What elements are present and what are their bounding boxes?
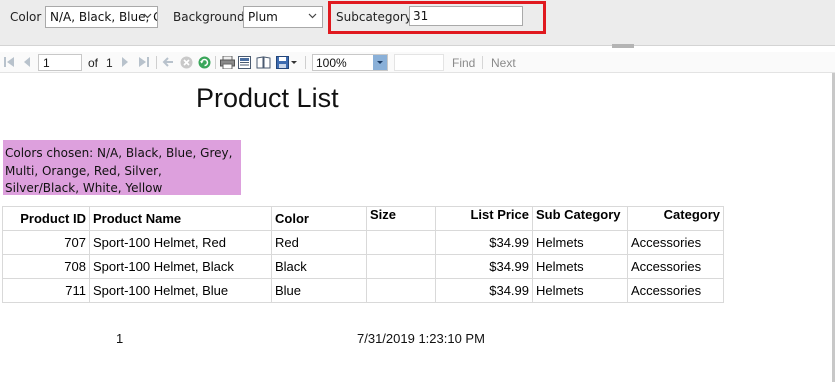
list-price-cell: $34.99 [435,278,533,303]
column-header: Category [627,206,724,231]
zoom-value: 100% [316,56,347,70]
color-param-label: Color [10,10,42,24]
zoom-select[interactable]: 100% [312,54,388,71]
background-param-value: Plum [248,10,278,24]
page-number-input[interactable]: 1 [38,54,82,71]
size-cell [366,254,436,279]
column-header: Color [271,206,367,231]
parameter-bar: Color N/A, Black, Blue, G Background Plu… [0,0,835,48]
product-id-cell: 708 [2,254,90,279]
color-cell: Red [271,230,367,255]
background-param-label: Background [173,10,245,24]
product-name-cell: Sport-100 Helmet, Black [89,254,272,279]
chevron-down-icon [304,7,322,27]
subcategory-param-label: Subcategory [336,10,412,24]
colors-chosen-textbox: Colors chosen: N/A, Black, Blue, Grey, M… [3,140,241,195]
column-header: Sub Category [532,206,628,231]
footer-execution-time: 7/31/2019 1:23:10 PM [357,331,485,346]
report-toolbar: 1 of 1 100% Find Next [0,52,835,73]
color-param-select[interactable]: N/A, Black, Blue, G [45,6,158,28]
footer-page-number: 1 [116,331,124,346]
subcategory-cell: Helmets [532,254,628,279]
report-title: Product List [196,83,339,113]
collapse-params-grip[interactable] [612,44,634,48]
background-param-select[interactable]: Plum [243,6,323,28]
subcategory-cell: Helmets [532,230,628,255]
color-cell: Black [271,254,367,279]
list-price-cell: $34.99 [435,254,533,279]
find-text-input[interactable] [394,54,444,71]
product-name-cell: Sport-100 Helmet, Blue [89,278,272,303]
category-cell: Accessories [627,278,724,303]
column-header: Size [366,206,436,231]
product-id-cell: 707 [2,230,90,255]
table-row: 711 Sport-100 Helmet, Blue Blue $34.99 H… [2,278,724,303]
of-label: of [88,56,99,70]
list-price-cell: $34.99 [435,230,533,255]
subcategory-param-input[interactable]: 31 [409,6,523,26]
size-cell [366,278,436,303]
chevron-down-icon [139,7,157,27]
subcategory-cell: Helmets [532,278,628,303]
toolbar-separator [482,56,483,69]
toolbar-separator [215,56,216,69]
table-row: 707 Sport-100 Helmet, Red Red $34.99 Hel… [2,230,724,255]
find-link[interactable]: Find [452,56,475,70]
product-table: Product ID Product Name Color Size List … [2,206,724,303]
table-row: 708 Sport-100 Helmet, Black Black $34.99… [2,254,724,279]
category-cell: Accessories [627,254,724,279]
toolbar-separator [305,56,306,69]
total-pages: 1 [106,56,113,70]
toolbar-separator [156,56,157,69]
color-cell: Blue [271,278,367,303]
product-name-cell: Sport-100 Helmet, Red [89,230,272,255]
column-header: Product ID [2,206,90,231]
category-cell: Accessories [627,230,724,255]
size-cell [366,230,436,255]
column-header: Product Name [89,206,272,231]
product-id-cell: 711 [2,278,90,303]
next-link[interactable]: Next [491,56,516,70]
table-header-row: Product ID Product Name Color Size List … [2,206,724,231]
chevron-down-icon [373,55,387,70]
column-header: List Price [435,206,533,231]
